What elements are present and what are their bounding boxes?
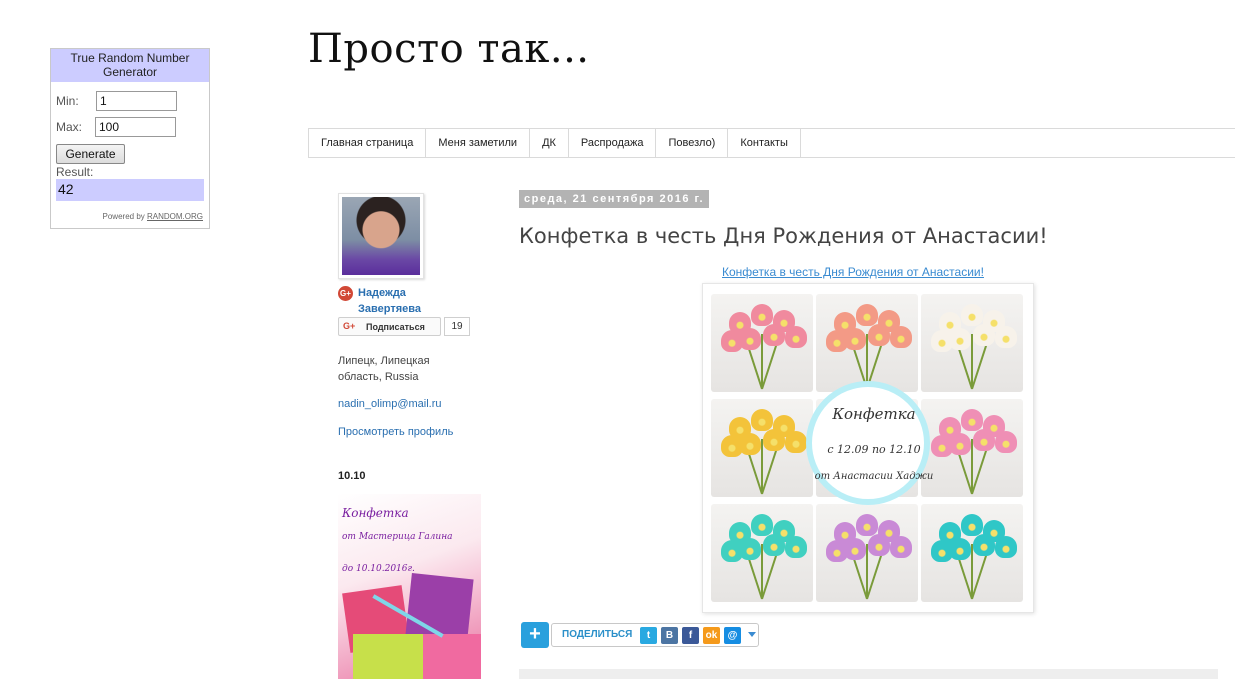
share-label[interactable]: ПОДЕЛИТЬСЯ xyxy=(562,629,632,640)
profile-location: Липецк, Липецкая область, Russia xyxy=(338,355,430,383)
max-label: Max: xyxy=(56,120,83,134)
random-org-link[interactable]: RANDOM.ORG xyxy=(147,212,203,221)
flower-tile xyxy=(921,504,1023,602)
tab-5[interactable]: Повезло) xyxy=(655,129,727,158)
badge-line-1: Конфетка xyxy=(832,405,916,423)
blog-title[interactable]: Просто так... xyxy=(308,26,590,72)
result-value: 42 xyxy=(56,179,204,201)
badge-line-2: с 12.09 по 12.10 xyxy=(827,443,921,456)
flower-tile xyxy=(816,294,918,392)
share-panel: ПОДЕЛИТЬСЯ t Bf ok @ xyxy=(551,623,759,647)
flower-tile xyxy=(711,294,813,392)
tab-1[interactable]: Главная страница xyxy=(308,129,425,158)
sidebar-widget-title: 10.10 xyxy=(338,470,366,482)
google-plus-icon: G+ xyxy=(343,321,356,331)
view-profile-link[interactable]: Просмотреть профиль xyxy=(338,426,453,438)
result-label: Result: xyxy=(56,165,94,179)
post-footer-bar xyxy=(519,669,1218,679)
tab-6[interactable]: Контакты xyxy=(727,129,801,158)
post-date: среда, 21 сентября 2016 г. xyxy=(519,190,710,208)
avatar[interactable] xyxy=(338,193,424,279)
flower-tile xyxy=(711,399,813,497)
mailru-icon[interactable]: @ xyxy=(724,627,741,644)
share-bar: + ПОДЕЛИТЬСЯ t Bf ok @ xyxy=(521,622,759,648)
flower-tile xyxy=(921,399,1023,497)
badge-line-3: от Анастасии Хаджи xyxy=(814,471,934,482)
flower-tile xyxy=(711,504,813,602)
post-link[interactable]: Конфетка в честь Дня Рождения от Анастас… xyxy=(722,265,984,279)
tab-4[interactable]: Распродажа xyxy=(567,129,656,158)
share-plus-icon[interactable]: + xyxy=(521,622,549,648)
odnoklassniki-icon[interactable]: ok xyxy=(703,627,720,644)
google-plus-icon: G+ xyxy=(338,286,353,301)
image-badge: Конфетка с 12.09 по 12.10 от Анастасии Х… xyxy=(806,381,933,505)
post-title[interactable]: Конфетка в честь Дня Рождения от Анастас… xyxy=(519,224,1048,248)
tab-2[interactable]: Меня заметили xyxy=(425,129,529,158)
min-input[interactable] xyxy=(96,91,177,111)
promo-image[interactable]: Конфетка от Мастерица Галина до 10.10.20… xyxy=(338,494,481,679)
facebook-icon[interactable]: f xyxy=(682,627,699,644)
follower-count: 19 xyxy=(444,317,470,336)
follow-button[interactable]: G+ Подписаться xyxy=(338,317,441,336)
max-input[interactable] xyxy=(95,117,176,137)
chevron-down-icon[interactable] xyxy=(748,632,756,637)
profile-email-link[interactable]: nadin_olimp@mail.ru xyxy=(338,398,442,410)
promo-line-1: Конфетка xyxy=(342,506,409,520)
widget-title: True Random Number Generator xyxy=(51,49,209,82)
page-tabs: Главная страница Меня заметили ДК Распродаж… xyxy=(308,128,1235,158)
follow-label: Подписаться xyxy=(366,322,425,332)
promo-line-2: от Мастерица Галина xyxy=(342,532,453,542)
profile-name[interactable]: Надежда Завертяева xyxy=(358,285,438,317)
flower-tile xyxy=(921,294,1023,392)
powered-by: Powered by RANDOM.ORG xyxy=(103,212,203,221)
powered-by-text: Powered by xyxy=(102,212,145,221)
vkontakte-icon[interactable]: B xyxy=(661,627,678,644)
flower-tile xyxy=(816,504,918,602)
random-number-widget: True Random Number Generator Min: Max: G… xyxy=(50,48,210,229)
tab-3[interactable]: ДК xyxy=(529,129,568,158)
twitter-icon[interactable]: t xyxy=(640,627,657,644)
min-label: Min: xyxy=(56,94,79,108)
generate-button[interactable]: Generate xyxy=(56,144,125,164)
promo-line-3: до 10.10.2016г. xyxy=(342,564,415,574)
